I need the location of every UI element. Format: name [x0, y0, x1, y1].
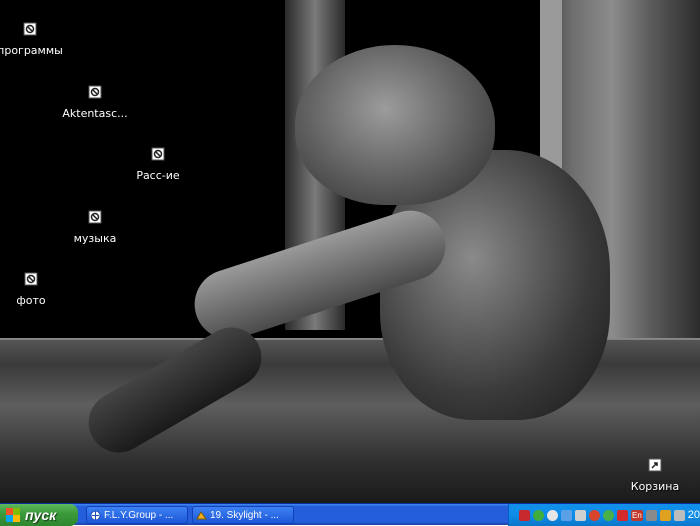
desktop-icon-label: программы	[0, 44, 63, 57]
system-tray: En 20:35	[508, 504, 700, 526]
taskbar-button-skylight[interactable]: 19. Skylight - ...	[192, 506, 294, 524]
tray-lang-icon[interactable]	[645, 509, 657, 521]
tray-messenger-icon[interactable]	[603, 509, 614, 521]
tray-red-icon[interactable]	[519, 509, 530, 521]
desktop-icon-label: Aktentasc...	[62, 107, 128, 120]
desktop-icon-programs[interactable]: программы	[0, 22, 75, 58]
clock[interactable]: 20:35	[688, 509, 700, 521]
tray-green-icon[interactable]	[533, 509, 544, 521]
tray-clock-icon[interactable]	[547, 509, 558, 521]
taskbar-button-label: 19. Skylight - ...	[210, 509, 279, 521]
desktop-icon-label: Расс-ие	[136, 169, 180, 182]
tray-music-icon[interactable]	[659, 509, 671, 521]
recycle-bin-icon	[648, 458, 662, 472]
desktop[interactable]: программы Aktentasc... Расс-ие музыка фо…	[0, 0, 700, 503]
start-button[interactable]: пуск	[0, 504, 78, 526]
shortcut-icon	[88, 210, 102, 224]
shortcut-icon	[151, 147, 165, 161]
desktop-icon-label: Корзина	[630, 480, 680, 493]
desktop-icon-label: фото	[16, 294, 46, 307]
tray-network-icon[interactable]	[561, 509, 572, 521]
taskbar-button-fly-group[interactable]: F.L.Y.Group - ...	[86, 506, 188, 524]
shortcut-icon	[88, 85, 102, 99]
desktop-icon-label: музыка	[73, 232, 117, 245]
desktop-icon-music[interactable]: музыка	[50, 210, 140, 246]
desktop-icon-aktentasche[interactable]: Aktentasc...	[50, 85, 140, 121]
windows-logo-icon	[6, 508, 20, 522]
tray-en-icon[interactable]: En	[631, 509, 643, 521]
desktop-icon-photo[interactable]: фото	[0, 272, 76, 308]
start-label: пуск	[25, 507, 57, 523]
taskbar: пуск F.L.Y.Group - ... 19. Skylight - ..…	[0, 503, 700, 526]
wallpaper-figure-head	[295, 45, 495, 205]
media-icon	[196, 510, 207, 519]
tray-antivirus-icon[interactable]	[589, 509, 600, 521]
desktop-icon-recycle-bin[interactable]: Корзина	[610, 458, 700, 494]
shortcut-icon	[23, 22, 37, 36]
taskbar-button-label: F.L.Y.Group - ...	[104, 509, 174, 521]
browser-icon	[90, 510, 101, 520]
tray-volume-icon[interactable]	[673, 509, 685, 521]
desktop-icon-rass[interactable]: Расс-ие	[113, 147, 203, 183]
tray-speaker-icon[interactable]	[575, 509, 586, 521]
tray-ai-icon[interactable]	[617, 509, 628, 521]
shortcut-icon	[24, 272, 38, 286]
